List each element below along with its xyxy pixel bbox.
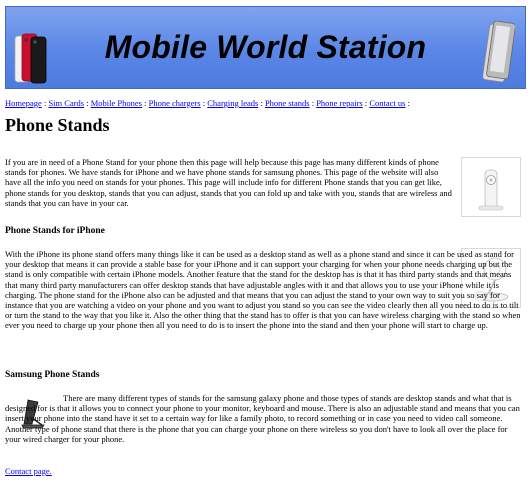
nav-link-phone-stands[interactable]: Phone stands: [265, 98, 310, 108]
nav-separator: :: [258, 98, 265, 108]
page-title: Phone Stands: [5, 115, 110, 135]
site-title: Mobile World Station: [104, 29, 427, 65]
contact-page-link[interactable]: Contact page.: [5, 466, 52, 476]
main-nav: Homepage : Sim Cards : Mobile Phones : P…: [5, 98, 410, 108]
magsafe-stand-image: [461, 157, 521, 217]
samsung-fold-image: [483, 21, 515, 83]
nav-link-sim-cards[interactable]: Sim Cards: [48, 98, 84, 108]
site-banner: Mobile World Station: [5, 6, 526, 89]
nav-link-charging-leads[interactable]: Charging leads: [207, 98, 258, 108]
iphone-section-heading: Phone Stands for iPhone: [5, 226, 105, 236]
nav-link-mobile-phones[interactable]: Mobile Phones: [91, 98, 142, 108]
nav-separator: :: [141, 98, 149, 108]
nav-link-homepage[interactable]: Homepage: [5, 98, 42, 108]
nav-separator: :: [84, 98, 91, 108]
iphone-paragraph: With the iPhone its phone stand offers m…: [5, 249, 521, 331]
intro-paragraph: If you are in need of a Phone Stand for …: [5, 157, 452, 208]
nav-link-phone-chargers[interactable]: Phone chargers: [149, 98, 201, 108]
samsung-section-heading: Samsung Phone Stands: [5, 370, 100, 380]
nav-link-contact-us[interactable]: Contact us: [369, 98, 405, 108]
samsung-paragraph: There are many different types of stands…: [5, 393, 520, 444]
nav-link-phone-repairs[interactable]: Phone repairs: [316, 98, 363, 108]
nav-separator: :: [405, 98, 410, 108]
